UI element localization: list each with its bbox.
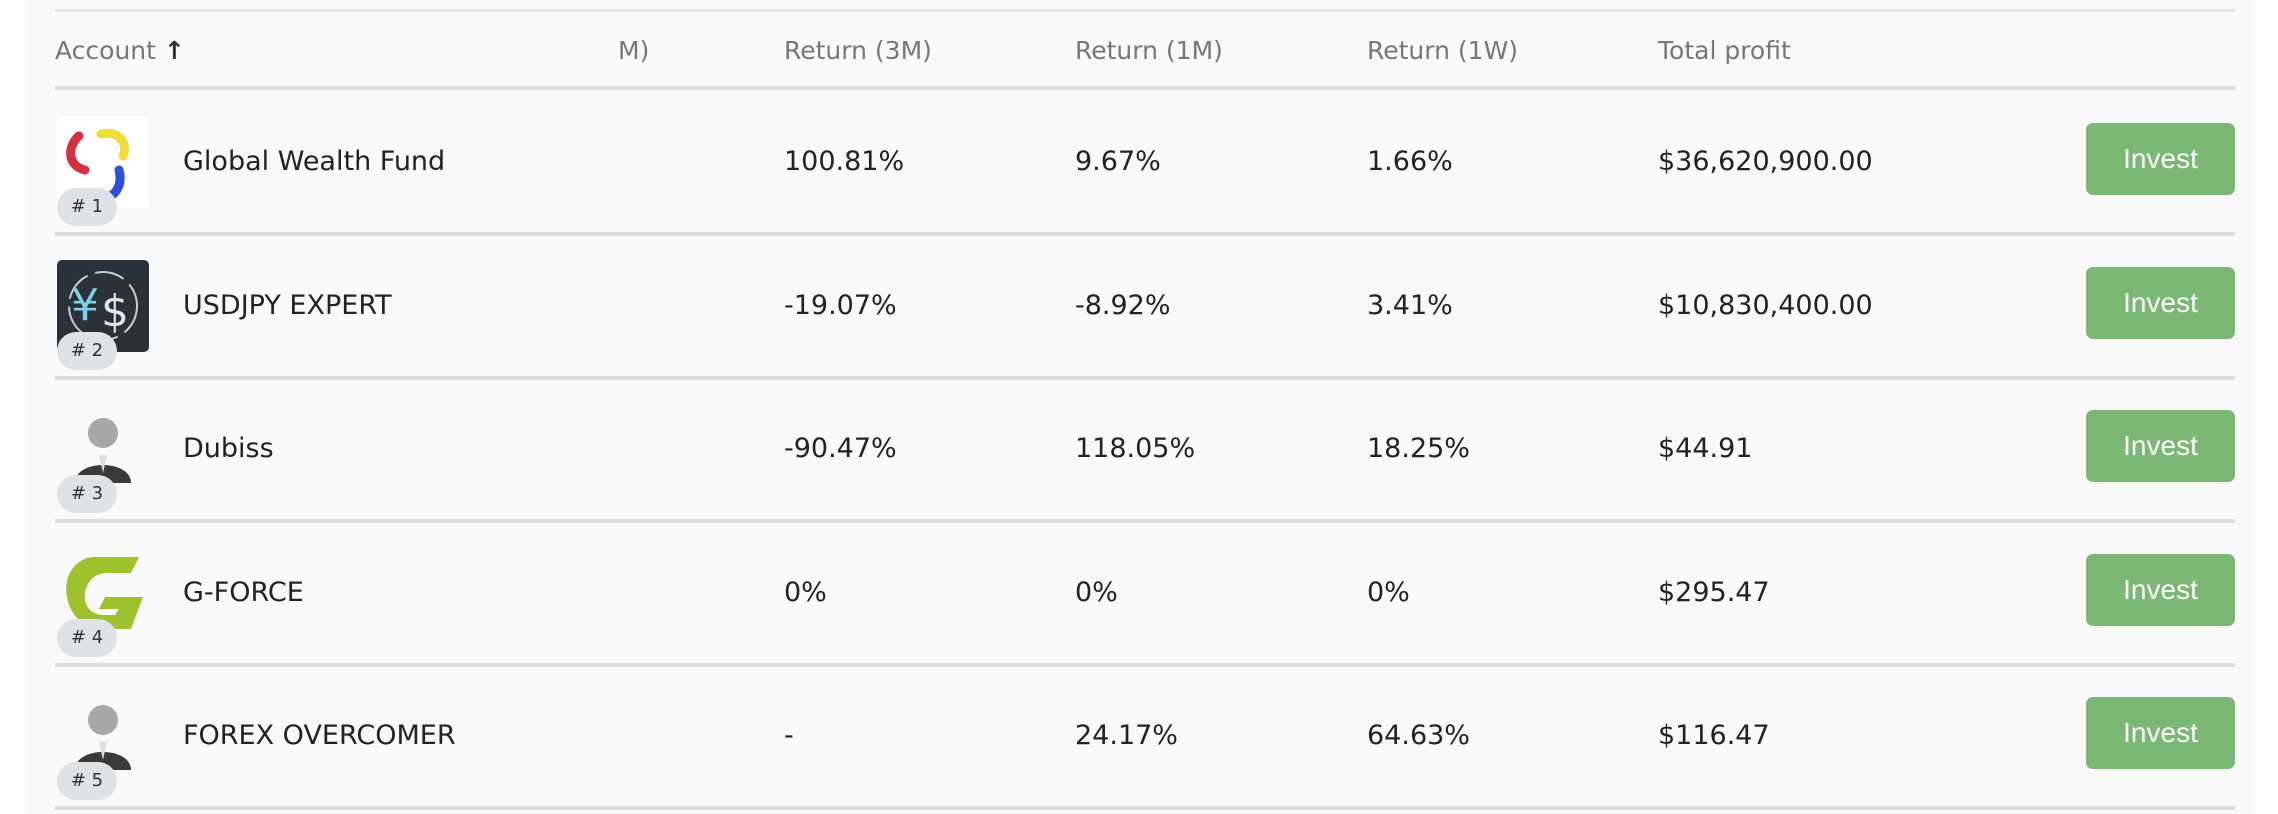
return-1w: 64.63%: [1367, 720, 1470, 751]
total-profit-header[interactable]: Total profit: [1658, 36, 1791, 65]
return-1m: 9.67%: [1075, 146, 1161, 177]
table-row: # 3 Dubiss -90.47% 118.05% 18.25% $44.91…: [55, 379, 2235, 523]
return-1w: 0%: [1367, 576, 1410, 608]
table-header: Account ↑ M) Return (3M) Return (1M) Ret…: [55, 12, 2235, 90]
truncated-header[interactable]: M): [618, 36, 649, 65]
account-name[interactable]: Dubiss: [183, 433, 274, 464]
invest-button[interactable]: Invest: [2086, 123, 2235, 195]
return-1w: 1.66%: [1367, 146, 1453, 177]
return-3m: -19.07%: [784, 289, 897, 321]
return-1m: 24.17%: [1075, 720, 1178, 751]
return-3m: 0%: [784, 576, 827, 608]
return-1w-header[interactable]: Return (1W): [1367, 36, 1518, 65]
return-1m: 0%: [1075, 576, 1118, 608]
rank-badge: # 4: [57, 618, 117, 657]
table-row: # 4 G-FORCE 0% 0% 0% $295.47 Invest: [55, 523, 2235, 667]
return-1m: -8.92%: [1075, 289, 1171, 321]
sort-account-header[interactable]: Account ↑: [55, 36, 185, 65]
account-name[interactable]: USDJPY EXPERT: [183, 290, 392, 321]
table-row: # 1 Global Wealth Fund 100.81% 9.67% 1.6…: [55, 92, 2235, 236]
account-name[interactable]: G-FORCE: [183, 577, 304, 608]
return-1w: 3.41%: [1367, 289, 1453, 321]
header-label: Account: [55, 36, 156, 65]
total-profit: $295.47: [1658, 576, 1770, 608]
svg-text:¥: ¥: [71, 280, 99, 331]
return-3m: -90.47%: [784, 433, 897, 464]
total-profit: $10,830,400.00: [1658, 289, 1873, 321]
return-1w: 18.25%: [1367, 433, 1470, 464]
invest-button[interactable]: Invest: [2086, 266, 2235, 339]
total-profit: $44.91: [1658, 433, 1753, 464]
return-1m-header[interactable]: Return (1M): [1075, 36, 1223, 65]
return-3m-header[interactable]: Return (3M): [784, 36, 932, 65]
total-profit: $116.47: [1658, 720, 1770, 751]
invest-button[interactable]: Invest: [2086, 553, 2235, 626]
rank-badge: # 5: [57, 762, 117, 800]
svg-text:$: $: [101, 286, 129, 337]
invest-button[interactable]: Invest: [2086, 697, 2235, 769]
account-name[interactable]: Global Wealth Fund: [183, 146, 445, 177]
invest-button[interactable]: Invest: [2086, 410, 2235, 482]
arrow-up-icon: ↑: [163, 36, 185, 65]
account-name[interactable]: FOREX OVERCOMER: [183, 720, 456, 751]
return-3m: -: [784, 720, 794, 751]
return-3m: 100.81%: [784, 146, 905, 177]
table-row: # 5 FOREX OVERCOMER - 24.17% 64.63% $116…: [55, 666, 2235, 810]
rank-badge: # 2: [57, 331, 117, 370]
rank-badge: # 1: [57, 188, 117, 226]
rank-badge: # 3: [57, 475, 117, 513]
return-1m: 118.05%: [1075, 433, 1196, 464]
table-row: ¥ $ # 2 USDJPY EXPERT -19.07% -8.92% 3.41…: [55, 236, 2235, 380]
total-profit: $36,620,900.00: [1658, 146, 1873, 177]
